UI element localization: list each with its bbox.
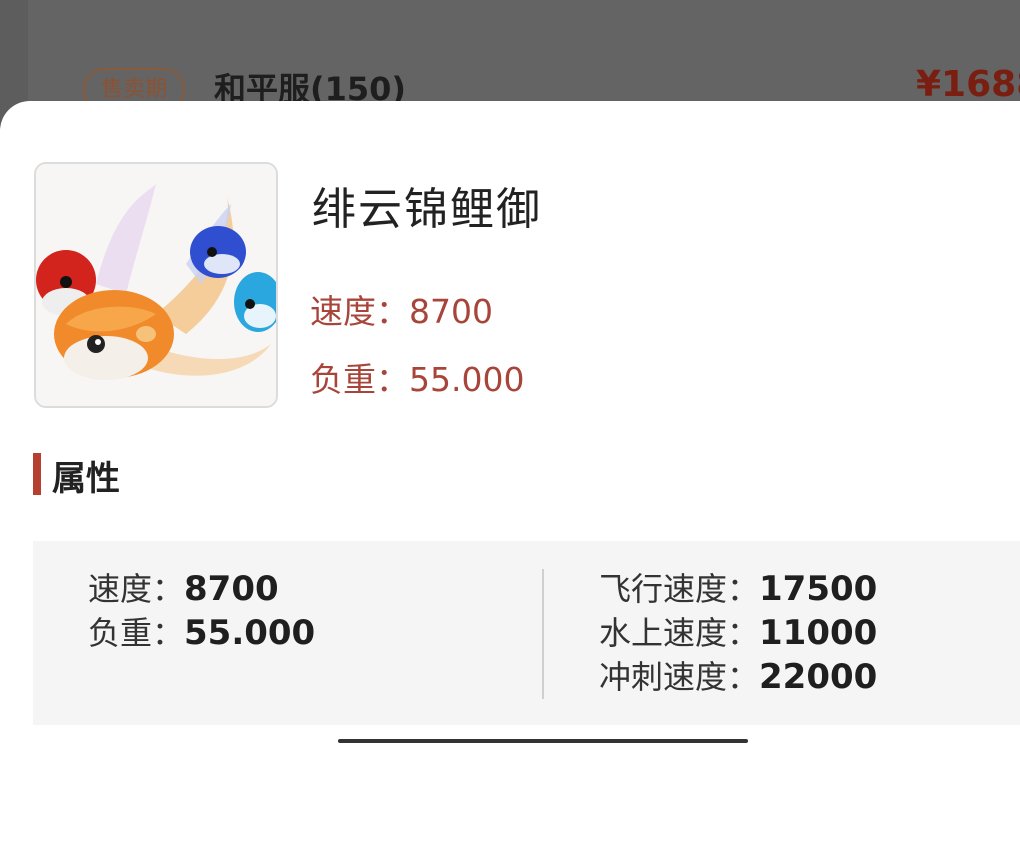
attr-flight-speed: 飞行速度：17500 <box>599 567 877 611</box>
attr-value: 11000 <box>759 613 878 653</box>
load-label: 负重： <box>310 360 409 399</box>
attr-label: 冲刺速度： <box>599 658 760 696</box>
attr-dash-speed: 冲刺速度：22000 <box>599 655 877 699</box>
section-accent-bar <box>33 453 41 495</box>
attr-value: 17500 <box>759 569 878 609</box>
attributes-panel: 速度：8700 负重：55.000 飞行速度：17500 水上速度：11000 … <box>33 541 1020 725</box>
listing-price: ¥1688 <box>916 64 1020 105</box>
item-load: 负重：55.000 <box>310 353 524 401</box>
attr-label: 水上速度： <box>599 614 760 652</box>
attr-speed: 速度：8700 <box>88 567 279 611</box>
attr-label: 负重： <box>88 614 185 652</box>
attr-value: 8700 <box>184 569 279 609</box>
attr-label: 飞行速度： <box>599 570 760 608</box>
load-value: 55.000 <box>409 360 525 399</box>
attr-value: 55.000 <box>184 613 316 653</box>
speed-value: 8700 <box>409 292 493 331</box>
home-indicator[interactable] <box>338 739 748 743</box>
attr-label: 速度： <box>88 570 185 608</box>
speed-label: 速度： <box>310 292 409 331</box>
attributes-title: 属性 <box>52 459 120 499</box>
attributes-divider <box>542 569 544 699</box>
attr-load: 负重：55.000 <box>88 611 315 655</box>
koi-fish-mount-image[interactable] <box>34 162 278 408</box>
item-detail-sheet: 绯云锦鲤御 速度：8700 负重：55.000 属性 速度：8700 负重：55… <box>0 101 1020 843</box>
attr-value: 22000 <box>759 657 878 697</box>
item-speed: 速度：8700 <box>310 285 493 333</box>
koi-fish-image-icon <box>36 164 276 406</box>
item-name: 绯云锦鲤御 <box>312 184 542 235</box>
attr-water-speed: 水上速度：11000 <box>599 611 877 655</box>
